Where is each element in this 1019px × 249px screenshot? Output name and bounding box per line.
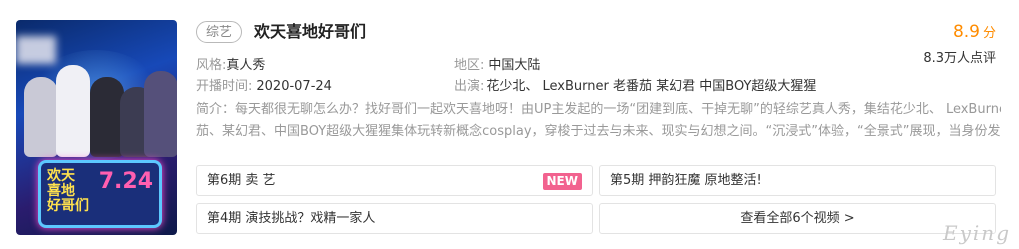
- region-row: 地区: 中国大陆: [454, 57, 540, 75]
- poster-tv-logo: 欢天 喜地 好哥们 7.24: [38, 160, 162, 228]
- episode-4-button[interactable]: 第4期 演技挑战？戏精一家人: [196, 203, 593, 234]
- description-line: 简介：每天都很无聊怎么办？找好哥们一起欢天喜地呀！由UP主发起的一场“团建到底、…: [196, 102, 1001, 117]
- view-all-label: 查看全部6个视频 >: [740, 211, 855, 226]
- region-value: 中国大陆: [488, 58, 541, 73]
- show-title[interactable]: 欢天喜地好哥们: [254, 21, 366, 43]
- show-description: 简介：每天都很无聊怎么办？找好哥们一起欢天喜地呀！由UP主发起的一场“团建到底、…: [196, 99, 1001, 143]
- airdate-label: 开播时间:: [196, 79, 253, 94]
- show-poster[interactable]: 欢天 喜地 好哥们 7.24: [16, 20, 177, 235]
- review-count: 8.3万人点评: [923, 51, 996, 66]
- episode-6-button[interactable]: 第6期 卖 艺 NEW: [196, 165, 593, 196]
- cast-row: 出演: 花少北、 LexBurner 老番茄 某幻君 中国BOY超级大猩猩: [454, 78, 816, 96]
- episode-5-button[interactable]: 第5期 押韵狂魔 原地整活!: [599, 165, 996, 196]
- genre-row: 风格:真人秀: [196, 57, 265, 75]
- watermark: Eying: [943, 221, 1011, 245]
- poster-figure: [24, 77, 58, 157]
- score: 8.9 分: [953, 22, 996, 44]
- score-unit: 分: [982, 26, 996, 41]
- episode-label: 第5期 押韵狂魔 原地整活!: [610, 173, 762, 188]
- episode-label: 第4期 演技挑战？戏精一家人: [207, 211, 376, 226]
- genre-value: 真人秀: [226, 58, 266, 73]
- poster-figure: [90, 77, 124, 157]
- view-all-videos-button[interactable]: 查看全部6个视频 >: [599, 203, 996, 234]
- poster-figure: [144, 71, 177, 157]
- poster-logo-text: 欢天 喜地 好哥们: [47, 168, 89, 214]
- poster-date: 7.24: [98, 169, 153, 194]
- episode-label: 第6期 卖 艺: [207, 173, 276, 188]
- airdate-value: 2020-07-24: [256, 79, 332, 94]
- poster-blur-overlay: [16, 36, 56, 64]
- poster-figure: [56, 65, 90, 157]
- new-badge: NEW: [542, 173, 582, 190]
- description-line: 茄、某幻君、中国BOY超级大猩猩集体玩转新概念cosplay，穿梭于过去与未来、…: [196, 124, 1001, 139]
- category-tag[interactable]: 综艺: [196, 21, 243, 43]
- score-value: 8.9: [952, 22, 980, 42]
- airdate-row: 开播时间: 2020-07-24: [196, 78, 332, 96]
- region-label: 地区:: [454, 58, 485, 73]
- cast-label: 出演:: [454, 79, 485, 94]
- cast-value[interactable]: 花少北、 LexBurner 老番茄 某幻君 中国BOY超级大猩猩: [486, 79, 816, 94]
- genre-label: 风格:: [196, 58, 227, 73]
